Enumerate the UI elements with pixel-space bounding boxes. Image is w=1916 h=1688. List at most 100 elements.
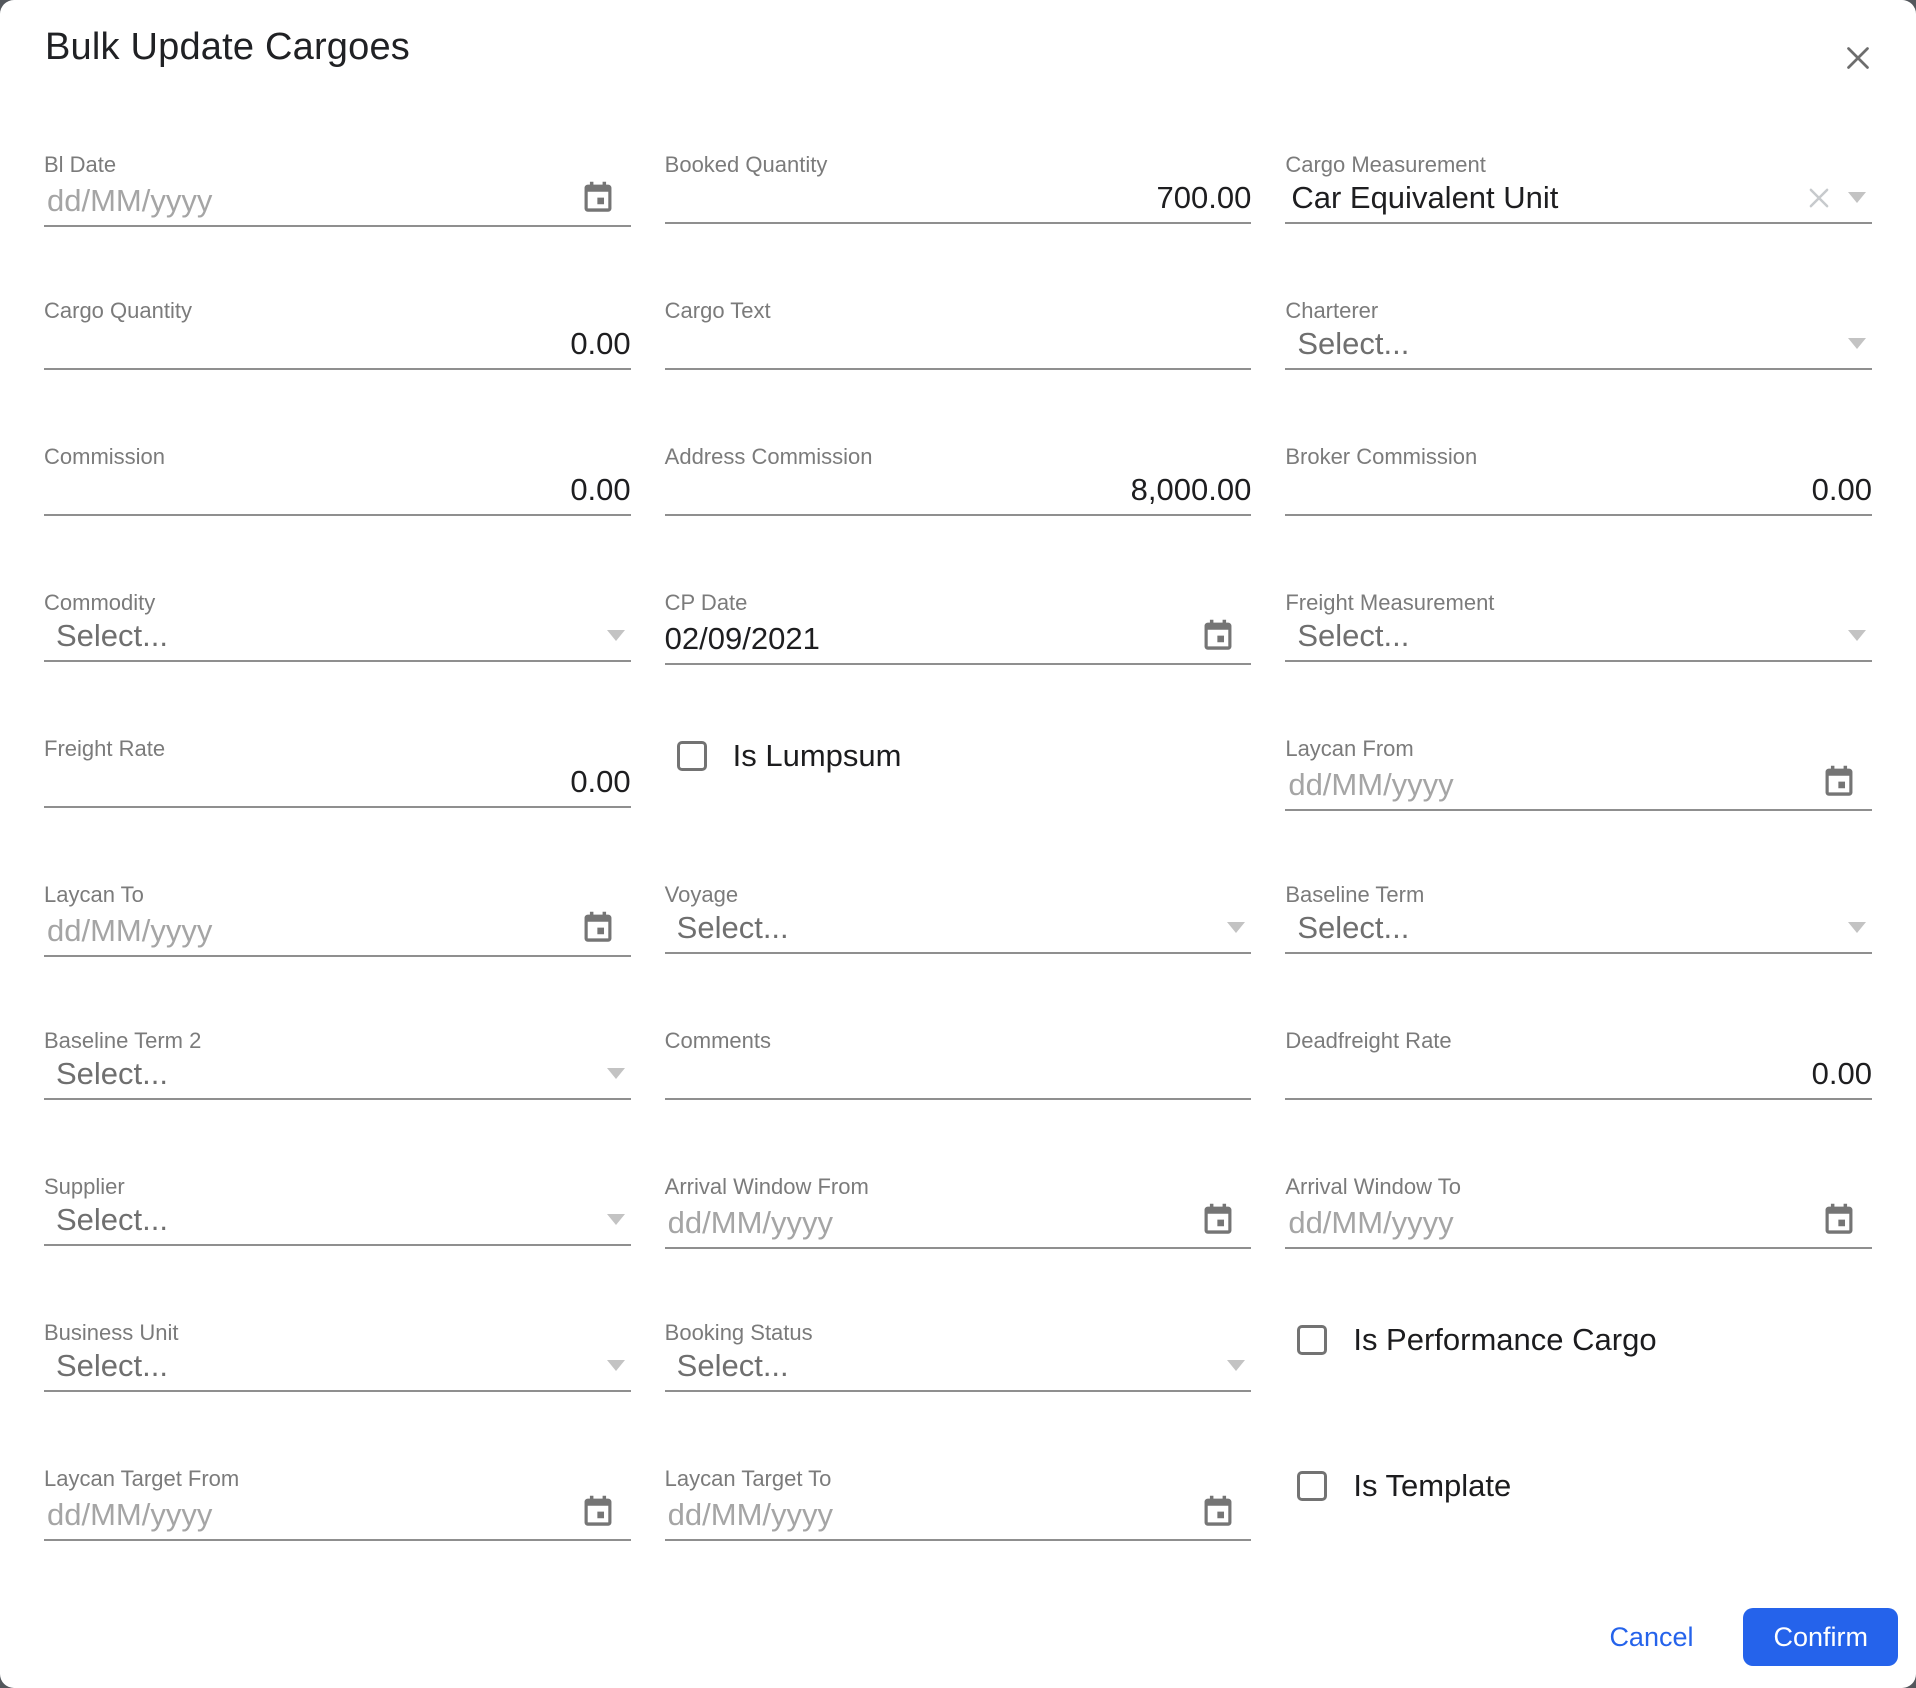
cargo-text-input[interactable] (664, 324, 1252, 370)
business-unit-input[interactable]: Select... (44, 1346, 631, 1392)
booking-status-input[interactable]: Select... (664, 1346, 1252, 1392)
bulk-update-cargoes-dialog: Bulk Update Cargoes Bl Date dd/MM/yyyy Boo… (0, 0, 1916, 1688)
cp-date-value: 02/09/2021 (664, 621, 820, 656)
bl-date-calendar-button[interactable] (579, 178, 617, 216)
supplier-input[interactable]: Select... (44, 1200, 631, 1246)
close-button[interactable] (1838, 38, 1878, 78)
field-laycan-to: Laycan To dd/MM/yyyy (44, 882, 631, 957)
address-commission-label: Address Commission (664, 444, 873, 469)
business-unit-label: Business Unit (44, 1320, 179, 1345)
chevron-down-icon[interactable] (606, 1068, 625, 1079)
laycan-target-to-input[interactable]: dd/MM/yyyy (664, 1492, 1252, 1541)
clear-icon (1809, 188, 1829, 208)
field-arrival-window-from: Arrival Window From dd/MM/yyyy (664, 1174, 1252, 1249)
bl-date-label: Bl Date (44, 152, 117, 177)
cargo-measurement-clear-button[interactable] (1804, 183, 1834, 213)
calendar-icon (1204, 619, 1232, 650)
chevron-down-icon[interactable] (606, 1360, 625, 1371)
arrival-window-to-input[interactable]: dd/MM/yyyy (1285, 1200, 1872, 1249)
baseline-term-2-input[interactable]: Select... (44, 1054, 631, 1100)
charterer-value: Select... (1297, 326, 1410, 361)
field-laycan-target-from: Laycan Target From dd/MM/yyyy (44, 1466, 631, 1541)
confirm-button[interactable]: Confirm (1743, 1608, 1898, 1666)
laycan-from-input[interactable]: dd/MM/yyyy (1285, 762, 1872, 811)
charterer-input[interactable]: Select... (1285, 324, 1872, 370)
commission-input[interactable]: 0.00 (44, 470, 631, 516)
chevron-down-icon[interactable] (1848, 922, 1866, 933)
arrival-window-to-value: dd/MM/yyyy (1288, 1205, 1454, 1240)
chevron-down-icon[interactable] (606, 630, 625, 641)
laycan-target-to-value: dd/MM/yyyy (667, 1497, 834, 1532)
booked-quantity-input[interactable]: 700.00 (664, 178, 1252, 224)
field-cargo-measurement: Cargo Measurement Car Equivalent Unit (1285, 152, 1872, 224)
laycan-target-from-input[interactable]: dd/MM/yyyy (44, 1492, 631, 1541)
baseline-term-input[interactable]: Select... (1285, 908, 1872, 954)
laycan-to-label: Laycan To (44, 882, 144, 907)
deadfreight-rate-label: Deadfreight Rate (1285, 1028, 1452, 1053)
arrival-window-to-calendar-button[interactable] (1820, 1200, 1858, 1238)
laycan-from-calendar-button[interactable] (1820, 762, 1858, 800)
chevron-down-icon[interactable] (1848, 338, 1866, 349)
is-template-checkbox[interactable]: Is Template (1297, 1468, 1872, 1504)
comments-label: Comments (664, 1028, 772, 1053)
voyage-label: Voyage (664, 882, 739, 907)
cp-date-input[interactable]: 02/09/2021 (664, 616, 1252, 665)
freight-measurement-input[interactable]: Select... (1285, 616, 1872, 662)
field-is-performance-cargo: Is Performance Cargo (1285, 1320, 1872, 1392)
is-lumpsum-checkbox[interactable]: Is Lumpsum (676, 738, 1252, 774)
dialog-title: Bulk Update Cargoes (45, 26, 411, 68)
cancel-button[interactable]: Cancel (1605, 1622, 1697, 1653)
chevron-down-icon[interactable] (1848, 630, 1866, 641)
field-baseline-term: Baseline Term Select... (1285, 882, 1872, 954)
laycan-from-label: Laycan From (1285, 736, 1414, 761)
calendar-icon (584, 181, 612, 212)
laycan-target-to-calendar-button[interactable] (1199, 1492, 1237, 1530)
chevron-down-icon[interactable] (1848, 192, 1866, 203)
charterer-label: Charterer (1285, 298, 1379, 323)
voyage-input[interactable]: Select... (664, 908, 1252, 954)
is-performance-cargo-checkbox[interactable]: Is Performance Cargo (1297, 1322, 1872, 1358)
comments-input[interactable] (664, 1054, 1252, 1100)
cargo-measurement-input[interactable]: Car Equivalent Unit (1285, 178, 1872, 224)
address-commission-input[interactable]: 8,000.00 (664, 470, 1252, 516)
chevron-down-icon[interactable] (1227, 922, 1246, 933)
bl-date-input[interactable]: dd/MM/yyyy (44, 178, 631, 227)
checkbox-unchecked-icon[interactable] (1297, 1325, 1328, 1355)
field-bl-date: Bl Date dd/MM/yyyy (44, 152, 631, 227)
laycan-target-to-label: Laycan Target To (664, 1466, 832, 1491)
freight-measurement-label: Freight Measurement (1285, 590, 1495, 615)
cp-date-label: CP Date (664, 590, 748, 615)
freight-rate-value: 0.00 (570, 764, 631, 799)
field-laycan-from: Laycan From dd/MM/yyyy (1285, 736, 1872, 811)
calendar-icon (584, 1495, 612, 1526)
business-unit-value: Select... (56, 1348, 168, 1383)
cp-date-calendar-button[interactable] (1199, 616, 1237, 654)
arrival-window-from-value: dd/MM/yyyy (667, 1205, 834, 1240)
arrival-window-from-calendar-button[interactable] (1199, 1200, 1237, 1238)
deadfreight-rate-input[interactable]: 0.00 (1285, 1054, 1872, 1100)
checkbox-unchecked-icon[interactable] (1297, 1471, 1328, 1501)
cargo-quantity-input[interactable]: 0.00 (44, 324, 631, 370)
broker-commission-label: Broker Commission (1285, 444, 1478, 469)
freight-rate-input[interactable]: 0.00 (44, 762, 631, 808)
is-template-label: Is Template (1353, 1468, 1512, 1503)
supplier-value: Select... (56, 1202, 168, 1237)
commodity-input[interactable]: Select... (44, 616, 631, 662)
freight-measurement-value: Select... (1297, 618, 1410, 653)
checkbox-unchecked-icon[interactable] (676, 741, 707, 771)
chevron-down-icon[interactable] (1227, 1360, 1246, 1371)
address-commission-value: 8,000.00 (1130, 472, 1252, 507)
calendar-icon (1825, 765, 1853, 796)
field-booking-status: Booking Status Select... (664, 1320, 1252, 1392)
is-lumpsum-label: Is Lumpsum (732, 738, 902, 773)
calendar-icon (1825, 1203, 1853, 1234)
cargo-measurement-label: Cargo Measurement (1285, 152, 1486, 177)
laycan-target-from-calendar-button[interactable] (579, 1492, 617, 1530)
field-baseline-term-2: Baseline Term 2 Select... (44, 1028, 631, 1100)
arrival-window-from-input[interactable]: dd/MM/yyyy (664, 1200, 1252, 1249)
booking-status-value: Select... (676, 1348, 789, 1383)
chevron-down-icon[interactable] (606, 1214, 625, 1225)
laycan-to-input[interactable]: dd/MM/yyyy (44, 908, 631, 957)
broker-commission-input[interactable]: 0.00 (1285, 470, 1872, 516)
laycan-to-calendar-button[interactable] (579, 908, 617, 946)
